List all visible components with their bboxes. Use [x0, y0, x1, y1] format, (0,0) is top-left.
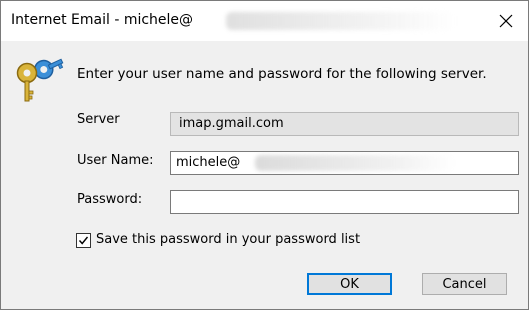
server-label: Server: [77, 112, 120, 127]
close-icon: [499, 14, 512, 28]
instruction-text: Enter your user name and password for th…: [77, 66, 487, 82]
check-icon: [78, 236, 89, 245]
window-title: Internet Email - michele@: [11, 12, 194, 28]
save-password-checkbox[interactable]: [76, 233, 91, 248]
login-dialog: Internet Email - michele@ Enter your use…: [0, 0, 529, 310]
ok-button[interactable]: OK: [307, 273, 392, 295]
title-bar: Internet Email - michele@: [1, 1, 528, 41]
username-label: User Name:: [77, 153, 154, 168]
redacted-email-username: [255, 155, 455, 171]
server-field: imap.gmail.com: [170, 112, 519, 136]
server-value: imap.gmail.com: [179, 116, 284, 131]
cancel-button[interactable]: Cancel: [422, 273, 507, 295]
password-label: Password:: [77, 192, 143, 207]
close-button[interactable]: [483, 1, 528, 41]
save-password-label[interactable]: Save this password in your password list: [96, 232, 360, 247]
password-input[interactable]: [170, 190, 519, 214]
keys-icon: [16, 58, 64, 102]
username-input[interactable]: michele@: [170, 151, 519, 175]
redacted-email-title: [226, 12, 456, 30]
username-value: michele@: [176, 155, 241, 170]
